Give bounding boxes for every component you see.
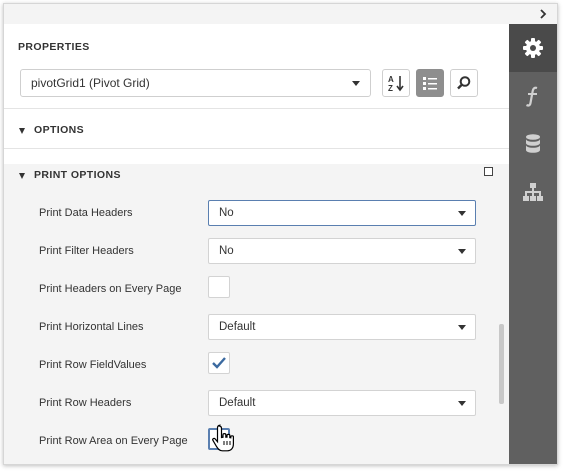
property-label: Print Row Area on Every Page — [39, 435, 188, 447]
chevron-down-icon — [458, 249, 466, 254]
print-row-fieldvalues-checkbox[interactable] — [208, 352, 230, 374]
divider — [4, 148, 509, 149]
print-horizontal-lines-select[interactable]: Default — [208, 314, 476, 340]
function-icon — [526, 86, 538, 107]
select-value: Default — [219, 397, 256, 409]
property-label: Print Data Headers — [39, 207, 133, 219]
search-button[interactable] — [450, 69, 478, 97]
select-value: No — [219, 245, 234, 257]
property-label: Print Horizontal Lines — [39, 321, 144, 333]
section-print-options-label: PRINT OPTIONS — [34, 169, 121, 181]
chevron-down-icon — [458, 401, 466, 406]
print-data-headers-select[interactable]: No — [208, 200, 476, 226]
chevron-down-icon — [458, 211, 466, 216]
panel-topbar — [4, 4, 557, 24]
tab-properties[interactable] — [509, 24, 557, 72]
search-icon — [457, 76, 471, 90]
property-label: Print Row FieldValues — [39, 359, 147, 371]
print-filter-headers-select[interactable]: No — [208, 238, 476, 264]
tab-report-explorer[interactable] — [509, 168, 557, 216]
chevron-down-icon — [352, 81, 360, 86]
side-tab-bar — [509, 24, 557, 464]
database-icon — [526, 134, 540, 153]
chevron-down-icon — [458, 325, 466, 330]
categorized-icon — [423, 77, 437, 90]
section-options-label: OPTIONS — [34, 124, 85, 136]
section-print-options[interactable]: PRINT OPTIONS — [4, 157, 509, 195]
properties-content: PROPERTIES pivotGrid1 (Pivot Grid) A Z O… — [4, 24, 509, 464]
expand-arrow-icon — [19, 173, 25, 179]
divider — [4, 108, 509, 109]
print-row-headers-select[interactable]: Default — [208, 390, 476, 416]
categorized-view-button[interactable] — [416, 69, 444, 97]
properties-window: PROPERTIES pivotGrid1 (Pivot Grid) A Z O… — [3, 3, 558, 465]
sort-alphabetically-button[interactable]: A Z — [382, 69, 410, 97]
property-label: Print Filter Headers — [39, 245, 134, 257]
property-label: Print Row Headers — [39, 397, 132, 409]
expand-arrow-icon — [19, 128, 25, 134]
collapse-button[interactable] — [535, 6, 551, 22]
panel-title: PROPERTIES — [18, 41, 90, 53]
chevron-right-icon — [540, 9, 547, 19]
svg-text:Z: Z — [388, 84, 393, 92]
component-selector-value: pivotGrid1 (Pivot Grid) — [31, 76, 150, 90]
print-headers-on-every-page-checkbox[interactable] — [208, 276, 230, 298]
tab-data-source[interactable] — [509, 120, 557, 168]
select-value: No — [219, 207, 234, 219]
hierarchy-icon — [523, 183, 543, 201]
gear-icon — [523, 38, 543, 58]
svg-text:A: A — [388, 75, 394, 84]
tab-expressions[interactable] — [509, 72, 557, 120]
property-label: Print Headers on Every Page — [39, 283, 182, 295]
section-checkbox[interactable] — [484, 167, 493, 176]
section-options[interactable]: OPTIONS — [4, 112, 509, 150]
hand-cursor-icon — [212, 424, 234, 452]
checkmark-icon — [212, 357, 226, 369]
component-selector[interactable]: pivotGrid1 (Pivot Grid) — [20, 69, 371, 97]
select-value: Default — [219, 321, 256, 333]
scrollbar-thumb[interactable] — [499, 324, 504, 404]
sort-az-icon: A Z — [388, 75, 404, 92]
